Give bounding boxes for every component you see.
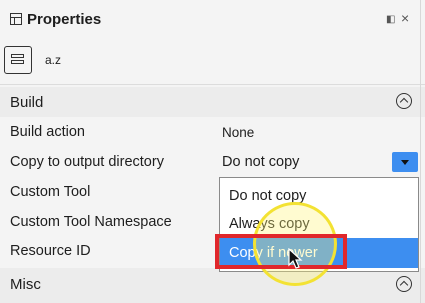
property-label: Resource ID <box>10 243 91 259</box>
properties-panel: Properties ◧ × a.z Build Build action No… <box>0 0 425 303</box>
panel-edge <box>420 0 421 303</box>
collapse-chevron-icon[interactable] <box>396 276 412 292</box>
categorized-icon <box>11 54 24 58</box>
copy-output-dropdown-list: Do not copy Always copy Copy if newer <box>219 177 419 272</box>
close-icon[interactable]: × <box>401 10 409 26</box>
copy-output-select[interactable]: Do not copy <box>222 154 299 170</box>
section-misc-label: Misc <box>10 276 41 293</box>
dropdown-option-do-not-copy[interactable]: Do not copy <box>220 181 418 211</box>
property-row-copy-to-output[interactable]: Copy to output directory Do not copy <box>0 147 425 177</box>
property-label: Copy to output directory <box>10 154 164 170</box>
categorized-view-button[interactable] <box>4 46 32 74</box>
option-label: Copy if newer <box>229 245 318 261</box>
alphabetical-sort-button[interactable]: a.z <box>45 53 61 67</box>
property-label: Custom Tool <box>10 184 91 200</box>
panel-titlebar: Properties ◧ × <box>0 0 425 40</box>
pin-icon[interactable]: ◧ <box>386 14 395 25</box>
panel-title: Properties <box>27 11 102 28</box>
divider <box>0 84 425 85</box>
option-label: Do not copy <box>229 188 307 204</box>
collapse-chevron-icon[interactable] <box>396 93 412 109</box>
dropdown-option-always-copy[interactable]: Always copy <box>220 209 418 239</box>
property-label: Custom Tool Namespace <box>10 214 172 230</box>
section-misc[interactable]: Misc <box>0 268 425 303</box>
property-value[interactable]: None <box>222 125 254 140</box>
property-label: Build action <box>10 124 85 140</box>
properties-window-icon <box>10 13 22 25</box>
section-build[interactable]: Build <box>0 87 425 117</box>
option-label: Always copy <box>229 216 310 232</box>
property-row-build-action[interactable]: Build action None <box>0 117 425 147</box>
mouse-cursor-icon <box>288 248 303 269</box>
dropdown-toggle-button[interactable] <box>392 152 418 172</box>
categorized-icon-part <box>11 60 24 64</box>
section-build-label: Build <box>10 94 44 111</box>
dropdown-option-copy-if-newer[interactable]: Copy if newer <box>220 238 418 268</box>
